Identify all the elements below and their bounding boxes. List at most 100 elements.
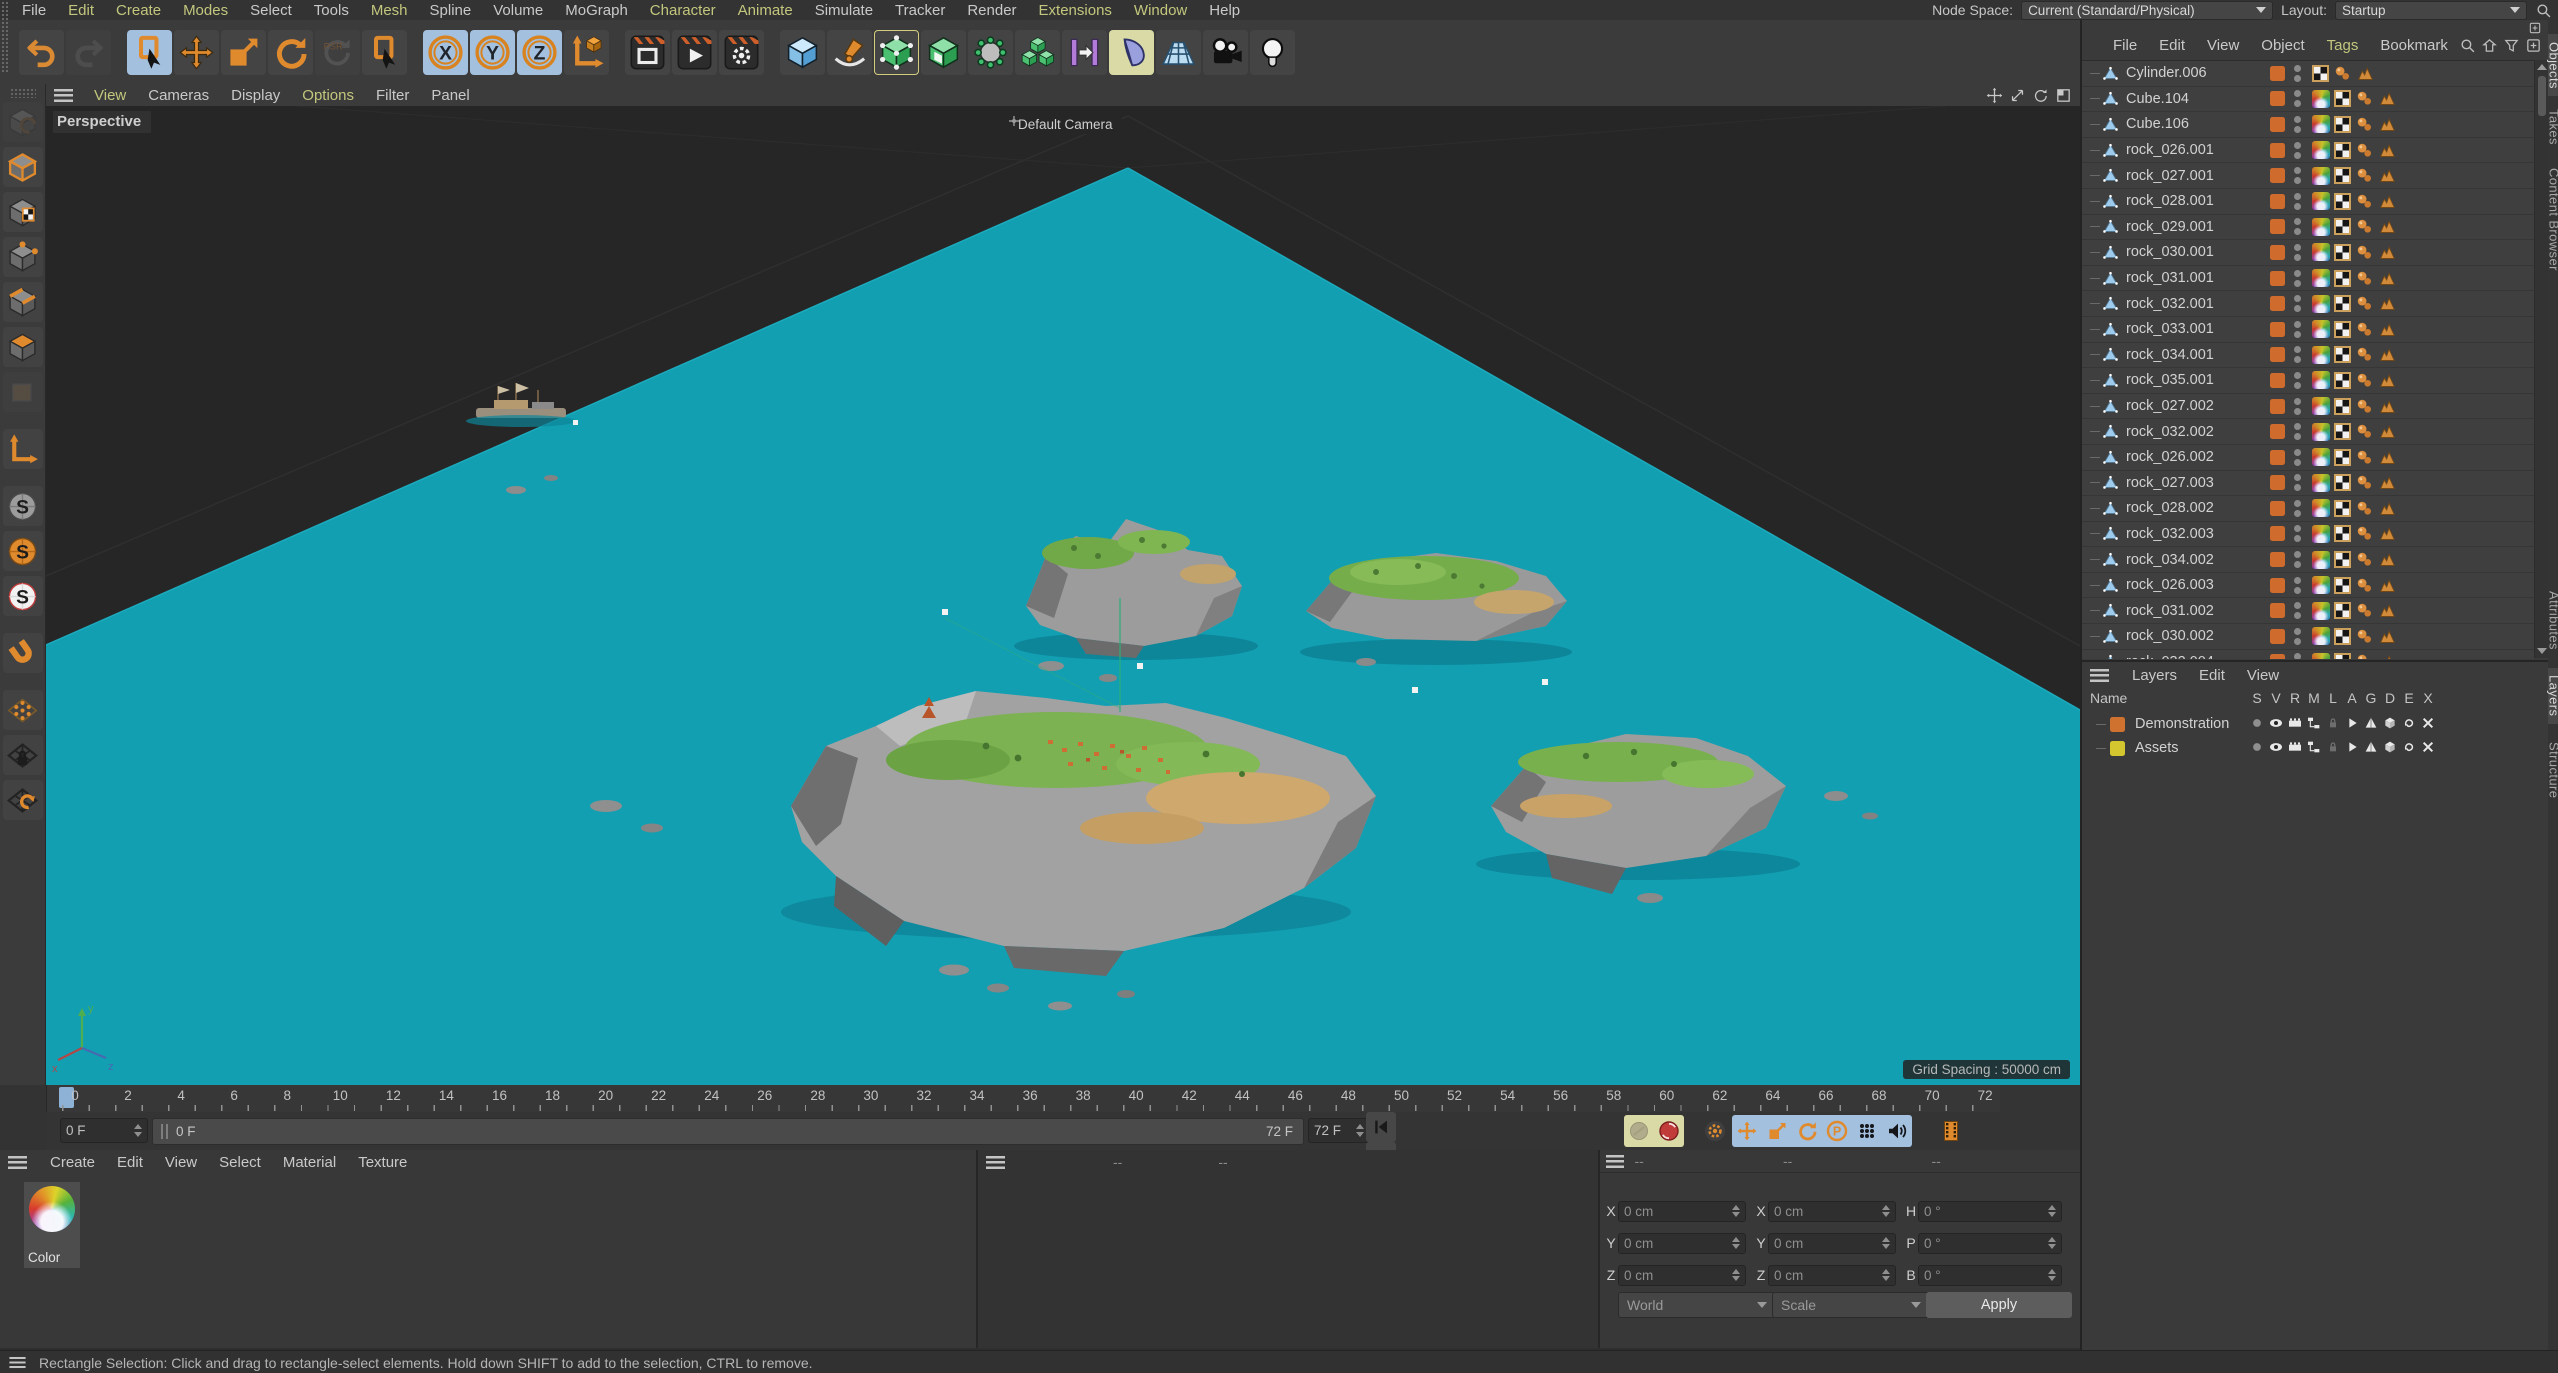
layer-color-chip[interactable] <box>2270 603 2285 618</box>
layer-color-chip[interactable] <box>2270 194 2285 209</box>
phong-tag-icon[interactable] <box>2355 217 2374 236</box>
visibility-eye-icon[interactable] <box>2268 715 2284 731</box>
object-name[interactable]: rock_027.001 <box>2126 168 2214 184</box>
uvw-tag-icon[interactable] <box>2334 193 2351 210</box>
value-field[interactable]: 0 cm <box>1768 1201 1896 1222</box>
uvw-tag-icon[interactable] <box>2334 449 2351 466</box>
tab-attributes[interactable]: Attributes <box>2548 580 2558 660</box>
object-name[interactable]: rock_031.001 <box>2126 270 2214 286</box>
layer-color-chip[interactable] <box>2270 501 2285 516</box>
menu-animate[interactable]: Animate <box>727 2 804 19</box>
tab-structure[interactable]: Structure <box>2548 732 2558 808</box>
generators-icon[interactable] <box>2363 739 2379 755</box>
layer-color-chip[interactable] <box>2270 526 2285 541</box>
object-name[interactable]: rock_030.002 <box>2126 628 2214 644</box>
panel-menu-icon[interactable] <box>54 89 73 102</box>
generators-icon[interactable] <box>2363 715 2379 731</box>
viewport-menu-display[interactable]: Display <box>220 87 291 104</box>
menu-file[interactable]: File <box>11 2 57 19</box>
spinner-icon[interactable] <box>1356 1124 1364 1137</box>
spinner-icon[interactable] <box>134 1124 142 1137</box>
keyframe-settings-button[interactable] <box>1700 1116 1730 1146</box>
menu-edit[interactable]: Edit <box>57 2 105 19</box>
object-row[interactable]: rock_030.002 <box>2082 624 2534 650</box>
value-field[interactable]: 0 cm <box>1618 1233 1746 1254</box>
display-tag-icon[interactable] <box>2378 166 2397 185</box>
rectangle-select-button[interactable] <box>127 30 172 75</box>
uvw-tag-icon[interactable] <box>2334 525 2351 542</box>
object-row[interactable]: rock_026.002 <box>2082 445 2534 471</box>
field-button[interactable] <box>1062 30 1107 75</box>
material-tag-icon[interactable] <box>2312 448 2330 466</box>
layer-color-chip[interactable] <box>2270 629 2285 644</box>
display-tag-icon[interactable] <box>2378 192 2397 211</box>
display-tag-icon[interactable] <box>2378 141 2397 160</box>
pen-spline-button[interactable] <box>827 30 872 75</box>
xref-icon[interactable] <box>2420 715 2436 731</box>
range-end-field[interactable]: 72 F <box>1308 1118 1370 1143</box>
menu-select[interactable]: Select <box>239 2 303 19</box>
drag-handle[interactable] <box>10 88 36 98</box>
tab-layers[interactable]: Layers <box>2548 668 2558 724</box>
visibility-dots[interactable] <box>2294 321 2301 338</box>
node-space-select[interactable]: Current (Standard/Physical) <box>2021 1 2273 20</box>
menu-create[interactable]: Create <box>105 2 172 19</box>
object-name[interactable]: rock_029.001 <box>2126 219 2214 235</box>
scroll-thumb[interactable] <box>2538 76 2546 116</box>
last-tool-button[interactable]: PSR <box>315 30 360 75</box>
phong-tag-icon[interactable] <box>2355 524 2374 543</box>
snap-toggle-button[interactable]: S <box>3 486 43 526</box>
animation-icon[interactable] <box>2344 715 2360 731</box>
tab-objects[interactable]: Objects <box>2548 34 2558 96</box>
viewport-menu-panel[interactable]: Panel <box>420 87 480 104</box>
model-mode-button[interactable] <box>3 147 43 187</box>
viewport-menu-options[interactable]: Options <box>291 87 365 104</box>
object-name[interactable]: rock_026.003 <box>2126 577 2214 593</box>
display-tag-icon[interactable] <box>2378 320 2397 339</box>
phong-tag-icon[interactable] <box>2355 499 2374 518</box>
visibility-dots[interactable] <box>2294 90 2301 107</box>
phong-tag-icon[interactable] <box>2355 269 2374 288</box>
object-name[interactable]: Cylinder.006 <box>2126 65 2207 81</box>
home-icon[interactable] <box>2481 37 2498 54</box>
display-tag-icon[interactable] <box>2378 397 2397 416</box>
layer-color-chip[interactable] <box>2270 552 2285 567</box>
display-tag-icon[interactable] <box>2378 550 2397 569</box>
solo-icon[interactable] <box>2249 715 2265 731</box>
add-panel-icon[interactable] <box>2525 37 2542 54</box>
panel-menu-icon[interactable] <box>2090 669 2109 682</box>
object-name[interactable]: rock_026.001 <box>2126 142 2214 158</box>
visibility-dots[interactable] <box>2294 295 2301 312</box>
object-row[interactable]: rock_026.003 <box>2082 573 2534 599</box>
om-menu-tags[interactable]: Tags <box>2316 37 2370 54</box>
visibility-dots[interactable] <box>2294 193 2301 210</box>
uvw-tag-icon[interactable] <box>2334 474 2351 491</box>
visibility-dots[interactable] <box>2294 270 2301 287</box>
menu-mesh[interactable]: Mesh <box>360 2 419 19</box>
goto-start-button[interactable] <box>1366 1112 1396 1142</box>
light-button[interactable] <box>1250 30 1295 75</box>
visibility-dots[interactable] <box>2294 142 2301 159</box>
viewport-canvas[interactable]: y x z Perspective Default Camera Grid Sp… <box>46 106 2080 1085</box>
object-name[interactable]: rock_032.001 <box>2126 296 2214 312</box>
range-start-field[interactable]: 0 F <box>60 1118 148 1143</box>
material-menu-material[interactable]: Material <box>272 1154 347 1171</box>
display-tag-icon[interactable] <box>2378 89 2397 108</box>
uvw-tag-icon[interactable] <box>2334 500 2351 517</box>
render-settings-button[interactable] <box>719 30 764 75</box>
object-row[interactable]: rock_034.001 <box>2082 343 2534 369</box>
axis-lock-z-button[interactable]: Z <box>517 30 562 75</box>
volume-button[interactable] <box>1109 30 1154 75</box>
drag-handle[interactable] <box>0 20 9 72</box>
uvw-tag-icon[interactable] <box>2334 295 2351 312</box>
extrude-object-button[interactable] <box>921 30 966 75</box>
material-tag-icon[interactable] <box>2312 653 2330 659</box>
object-row[interactable]: Cylinder.006 <box>2082 61 2534 87</box>
layer-name[interactable]: Assets <box>2135 740 2179 756</box>
locked-workplane-button[interactable] <box>3 735 43 775</box>
viewport-pan-icon[interactable] <box>1986 87 2003 104</box>
material-tag-icon[interactable] <box>2312 397 2330 415</box>
layer-color-chip[interactable] <box>2270 578 2285 593</box>
menu-volume[interactable]: Volume <box>482 2 554 19</box>
object-row[interactable]: rock_028.001 <box>2082 189 2534 215</box>
